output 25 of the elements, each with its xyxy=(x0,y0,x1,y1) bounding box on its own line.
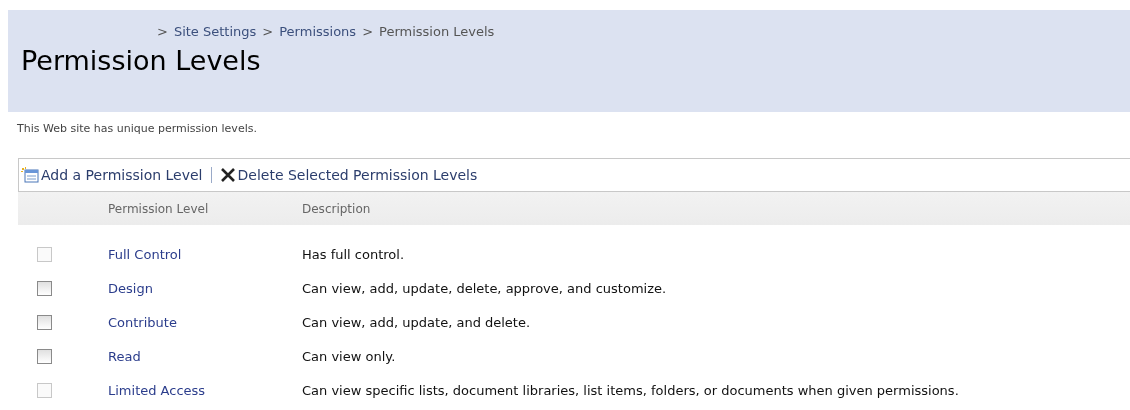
breadcrumb-separator: > xyxy=(157,24,168,41)
add-level-button[interactable]: Add a Permission Level xyxy=(21,167,203,183)
row-checkbox[interactable] xyxy=(37,314,52,330)
row-checkbox[interactable] xyxy=(37,280,52,296)
row-checkbox[interactable] xyxy=(37,348,52,364)
description-cell-text: Can view, add, update, and delete. xyxy=(302,314,532,330)
permission-level-link[interactable]: Contribute xyxy=(108,314,302,330)
description-cell-text: Has full control. xyxy=(302,246,405,262)
description-cell-text: Can view specific lists, document libraries, list items, folders, or documents when given permissions. xyxy=(302,382,960,398)
breadcrumb-link[interactable]: Permissions xyxy=(279,24,357,44)
delete-levels-button[interactable]: Delete Selected Permission Levels xyxy=(219,167,478,183)
column-header: Permission Level xyxy=(108,201,210,216)
column-header: Description xyxy=(302,201,372,216)
intro-text: This Web site has unique permission levels. xyxy=(16,121,258,137)
breadcrumb-link[interactable]: Site Settings xyxy=(173,24,257,44)
description-cell-text: Can view, add, update, delete, approve, and customize. xyxy=(302,280,668,296)
permission-level-link[interactable]: Design xyxy=(108,280,302,296)
breadcrumb-separator: > xyxy=(362,24,374,41)
permission-level-link[interactable]: Read xyxy=(108,348,302,364)
breadcrumb-separator: > xyxy=(262,24,274,41)
breadcrumb-current: Permission Levels xyxy=(379,24,495,41)
description-cell-text: Can view only. xyxy=(302,348,397,364)
delete-x-icon xyxy=(219,167,236,183)
new-list-icon xyxy=(21,167,39,183)
page-title: Permission Levels xyxy=(21,44,262,78)
